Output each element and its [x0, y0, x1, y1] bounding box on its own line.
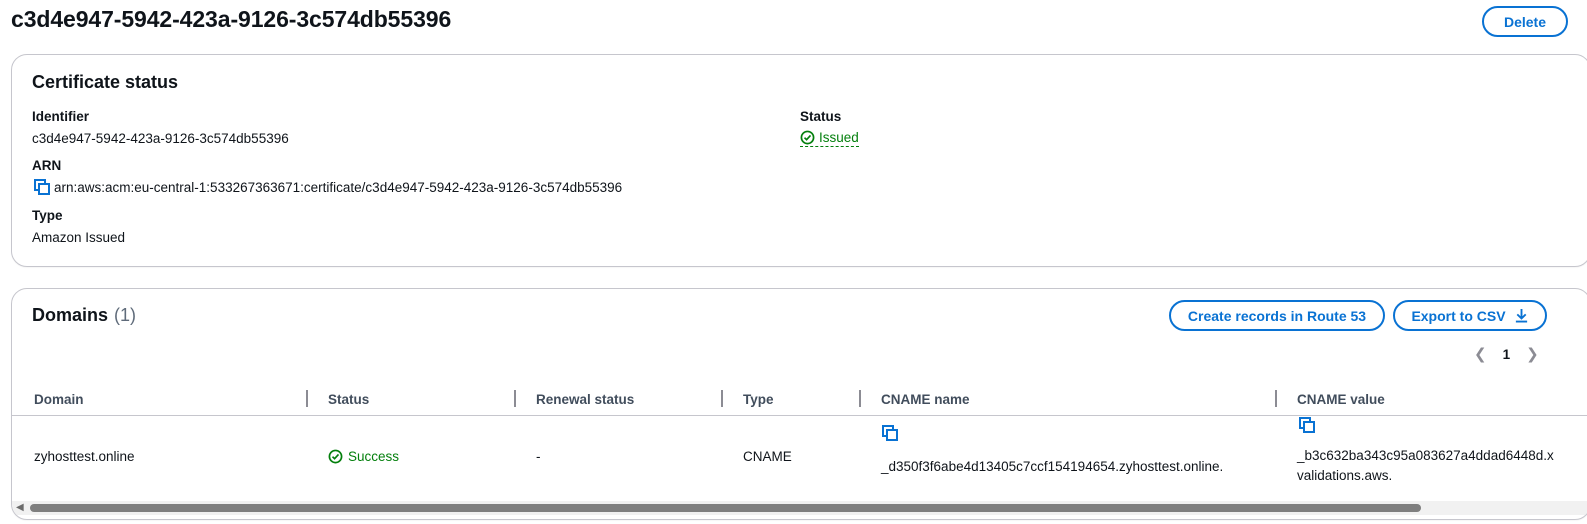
download-icon — [1514, 308, 1529, 323]
status-issued[interactable]: Issued — [800, 130, 859, 147]
identifier-label: Identifier — [32, 109, 90, 124]
scrollbar-thumb[interactable] — [30, 504, 1421, 512]
column-header-type[interactable]: Type — [743, 392, 774, 407]
type-cell: CNAME — [743, 449, 792, 464]
pagination: ❮ 1 ❯ — [1474, 345, 1539, 363]
table-header: Domain Status Renewal status Type CNAME … — [12, 384, 1587, 416]
type-label: Type — [32, 208, 63, 223]
chevron-right-icon[interactable]: ❯ — [1526, 345, 1539, 363]
cname-value-cell — [1299, 417, 1315, 434]
table-row: zyhosttest.online Success - CNAME _d350f… — [12, 416, 1587, 501]
domains-count: (1) — [114, 305, 137, 325]
certificate-status-card: Certificate status Identifier c3d4e947-5… — [11, 54, 1587, 267]
certificate-status-title: Certificate status — [32, 72, 179, 92]
column-header-cname-value[interactable]: CNAME value — [1297, 392, 1385, 407]
arn-row: arn:aws:acm:eu-central-1:533267363671:ce… — [34, 179, 622, 195]
column-header-domain[interactable]: Domain — [34, 392, 84, 407]
arn-label: ARN — [32, 158, 62, 173]
cname-value-line1: _b3c632ba343c95a083627a4ddad6448d.x — [1297, 448, 1554, 463]
create-records-route53-button[interactable]: Create records in Route 53 — [1169, 300, 1385, 331]
chevron-left-icon[interactable]: ❮ — [1474, 345, 1487, 363]
status-cell: Success — [328, 449, 399, 464]
domains-card: Domains (1) Create records in Route 53 E… — [11, 288, 1587, 520]
page-header: c3d4e947-5942-423a-9126-3c574db55396 Del… — [0, 0, 1587, 44]
column-divider[interactable] — [721, 390, 723, 407]
type-value: Amazon Issued — [32, 230, 126, 245]
check-circle-icon — [328, 449, 343, 464]
column-divider[interactable] — [1275, 390, 1277, 407]
delete-button[interactable]: Delete — [1482, 6, 1568, 37]
column-header-status[interactable]: Status — [328, 392, 369, 407]
check-circle-icon — [800, 130, 815, 145]
domain-cell: zyhosttest.online — [34, 449, 135, 464]
domains-header: Domains (1) — [32, 305, 136, 326]
status-success-text: Success — [348, 449, 400, 464]
cname-name-cell — [882, 425, 898, 442]
column-header-cname-name[interactable]: CNAME name — [881, 392, 970, 407]
column-header-renewal-status[interactable]: Renewal status — [536, 392, 634, 407]
page-title: c3d4e947-5942-423a-9126-3c574db55396 — [11, 6, 452, 32]
status-label: Status — [800, 109, 842, 124]
copy-icon[interactable] — [882, 425, 898, 442]
column-divider[interactable] — [514, 390, 516, 407]
copy-icon[interactable] — [1299, 417, 1315, 434]
renewal-status-cell: - — [536, 449, 541, 464]
cname-name-value: _d350f3f6abe4d13405c7ccf154194654.zyhost… — [881, 459, 1224, 474]
horizontal-scrollbar[interactable]: ◀ — [12, 501, 1587, 515]
arn-value: arn:aws:acm:eu-central-1:533267363671:ce… — [54, 179, 623, 195]
export-csv-button[interactable]: Export to CSV — [1393, 300, 1547, 331]
scroll-left-arrow-icon[interactable]: ◀ — [16, 502, 24, 513]
domains-title: Domains — [32, 305, 109, 325]
status-value: Issued — [819, 130, 859, 145]
column-divider[interactable] — [859, 390, 861, 407]
page-number[interactable]: 1 — [1503, 347, 1511, 362]
identifier-value: c3d4e947-5942-423a-9126-3c574db55396 — [32, 131, 289, 146]
export-csv-label: Export to CSV — [1411, 307, 1506, 324]
cname-value-line2: validations.aws. — [1297, 468, 1393, 483]
column-divider[interactable] — [306, 390, 308, 407]
copy-icon[interactable] — [34, 179, 50, 195]
